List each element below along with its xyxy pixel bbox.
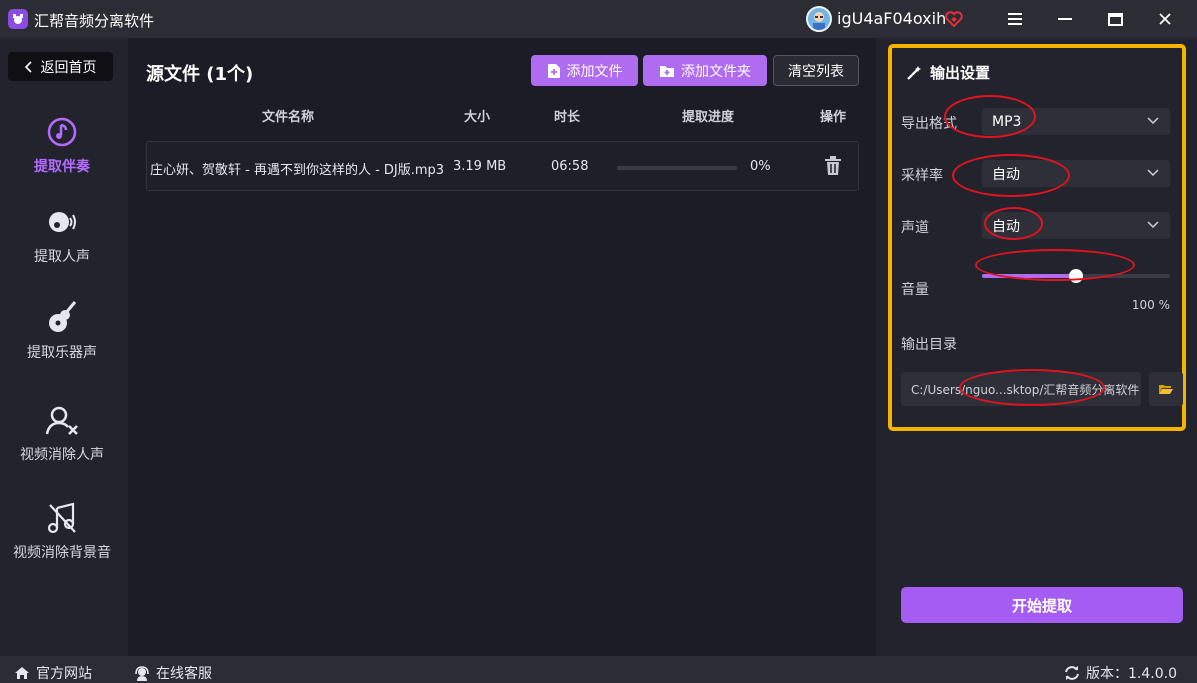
chevron-down-icon bbox=[1147, 169, 1159, 177]
version-label: 版本：1.4.0.0 bbox=[1086, 666, 1177, 682]
start-extract-button[interactable]: 开始提取 bbox=[901, 587, 1183, 623]
chevron-left-icon bbox=[24, 60, 32, 73]
channel-value: 自动 bbox=[992, 218, 1020, 235]
add-file-button[interactable]: 添加文件 bbox=[531, 55, 638, 86]
volume-slider-handle[interactable] bbox=[1069, 269, 1083, 283]
column-header-duration: 时长 bbox=[554, 110, 581, 125]
format-label: 导出格式 bbox=[901, 116, 957, 132]
close-icon bbox=[1159, 13, 1171, 25]
chevron-down-icon bbox=[1147, 117, 1159, 125]
refresh-icon bbox=[1065, 666, 1079, 680]
sidebar-item-video-remove-vocals[interactable]: 视频消除人声 bbox=[0, 402, 124, 482]
add-file-icon bbox=[547, 63, 560, 78]
add-folder-icon bbox=[660, 65, 674, 77]
app-title: 汇帮音频分离软件 bbox=[34, 12, 155, 30]
folder-icon bbox=[1159, 384, 1173, 394]
headset-icon bbox=[135, 665, 149, 681]
file-name: 庄心妍、贺敬轩 - 再遇不到你这样的人 - DJ版.mp3 bbox=[150, 163, 445, 178]
menu-button[interactable] bbox=[993, 0, 1037, 38]
sidebar-item-extract-accompaniment[interactable]: 提取伴奏 bbox=[0, 114, 124, 194]
title-bar: 汇帮音频分离软件 igU4aF04oxih bbox=[0, 0, 1197, 38]
progress-text: 0% bbox=[750, 159, 771, 174]
table-row[interactable]: 庄心妍、贺敬轩 - 再遇不到你这样的人 - DJ版.mp3 3.19 MB 06… bbox=[146, 141, 859, 191]
version-info[interactable]: 版本：1.4.0.0 bbox=[1064, 663, 1177, 683]
guitar-icon bbox=[44, 300, 80, 336]
clear-list-button[interactable]: 清空列表 bbox=[773, 55, 859, 86]
volume-slider-fill bbox=[982, 274, 1076, 278]
trash-icon bbox=[825, 156, 841, 175]
delete-button[interactable] bbox=[824, 156, 842, 180]
sample-rate-value: 自动 bbox=[992, 166, 1020, 183]
app-logo-icon bbox=[8, 9, 28, 29]
official-website-label: 官方网站 bbox=[36, 666, 92, 682]
add-file-label: 添加文件 bbox=[566, 63, 623, 80]
column-header-progress: 提取进度 bbox=[682, 110, 735, 125]
page-title: 源文件 (1个) bbox=[146, 64, 254, 85]
sample-rate-select[interactable]: 自动 bbox=[982, 160, 1170, 187]
format-value: MP3 bbox=[992, 113, 1022, 130]
maximize-icon bbox=[1107, 12, 1123, 26]
minimize-button[interactable] bbox=[1043, 0, 1087, 38]
browse-folder-button[interactable] bbox=[1149, 372, 1183, 406]
home-icon bbox=[15, 667, 29, 679]
maximize-button[interactable] bbox=[1093, 0, 1137, 38]
add-folder-button[interactable]: 添加文件夹 bbox=[643, 55, 767, 86]
close-button[interactable] bbox=[1143, 0, 1187, 38]
add-folder-label: 添加文件夹 bbox=[681, 63, 751, 80]
clear-list-label: 清空列表 bbox=[788, 63, 844, 80]
progress-bar bbox=[617, 166, 737, 170]
volume-label: 音量 bbox=[901, 282, 929, 298]
online-support-link[interactable]: 在线客服 bbox=[134, 663, 212, 683]
vip-heart-icon[interactable] bbox=[944, 9, 964, 29]
settings-title-label: 输出设置 bbox=[930, 64, 991, 82]
wand-icon bbox=[907, 65, 921, 80]
sidebar-item-label: 提取伴奏 bbox=[34, 159, 90, 175]
sidebar-item-video-remove-bgm[interactable]: 视频消除背景音 bbox=[0, 500, 124, 580]
file-list-panel: 源文件 (1个) 添加文件 添加文件夹 清空列表 文件名称 大小 时长 提取进度… bbox=[128, 38, 876, 656]
official-website-link[interactable]: 官方网站 bbox=[14, 663, 92, 683]
format-select[interactable]: MP3 bbox=[982, 108, 1170, 135]
music-note-icon bbox=[44, 114, 80, 150]
sidebar-item-label: 视频消除人声 bbox=[20, 447, 104, 463]
volume-value: 100 % bbox=[1131, 298, 1170, 312]
minimize-icon bbox=[1058, 18, 1072, 20]
user-remove-icon bbox=[44, 402, 80, 438]
hamburger-icon bbox=[1008, 13, 1022, 25]
volume-slider[interactable] bbox=[982, 269, 1170, 283]
output-settings: 输出设置 导出格式 MP3 采样率 自动 声道 自动 音量 100 % 输出目录… bbox=[888, 44, 1186, 431]
sidebar-item-label: 提取人声 bbox=[34, 249, 90, 265]
sidebar-item-extract-instruments[interactable]: 提取乐器声 bbox=[0, 300, 124, 380]
avatar[interactable] bbox=[806, 6, 832, 32]
chevron-down-icon bbox=[1147, 221, 1159, 229]
sidebar-item-extract-vocals[interactable]: 提取人声 bbox=[0, 204, 124, 284]
status-bar: 官方网站 在线客服 版本：1.4.0.0 bbox=[0, 656, 1197, 683]
sidebar-item-label: 视频消除背景音 bbox=[13, 545, 111, 561]
sidebar: 返回首页 提取伴奏 提取人声 提取乐器声 视频消除人声 视频消除背景音 bbox=[0, 38, 128, 656]
back-home-label: 返回首页 bbox=[40, 59, 97, 76]
file-duration: 06:58 bbox=[551, 159, 589, 174]
online-support-label: 在线客服 bbox=[156, 666, 212, 682]
settings-title: 输出设置 bbox=[906, 62, 990, 83]
sample-rate-label: 采样率 bbox=[901, 168, 943, 184]
sidebar-item-label: 提取乐器声 bbox=[27, 345, 97, 361]
music-off-icon bbox=[44, 500, 80, 536]
output-dir-label: 输出目录 bbox=[901, 337, 957, 353]
user-name[interactable]: igU4aF04oxih bbox=[837, 9, 946, 28]
channel-label: 声道 bbox=[901, 220, 929, 236]
column-header-action: 操作 bbox=[820, 110, 847, 125]
column-header-name: 文件名称 bbox=[262, 110, 315, 125]
column-header-size: 大小 bbox=[464, 110, 491, 125]
channel-select[interactable]: 自动 bbox=[982, 212, 1170, 239]
output-dir-field[interactable]: C:/Users/nguo...sktop/汇帮音频分离软件 bbox=[901, 372, 1141, 406]
back-home-button[interactable]: 返回首页 bbox=[8, 52, 113, 81]
voice-icon bbox=[44, 204, 80, 240]
file-size: 3.19 MB bbox=[453, 159, 507, 174]
